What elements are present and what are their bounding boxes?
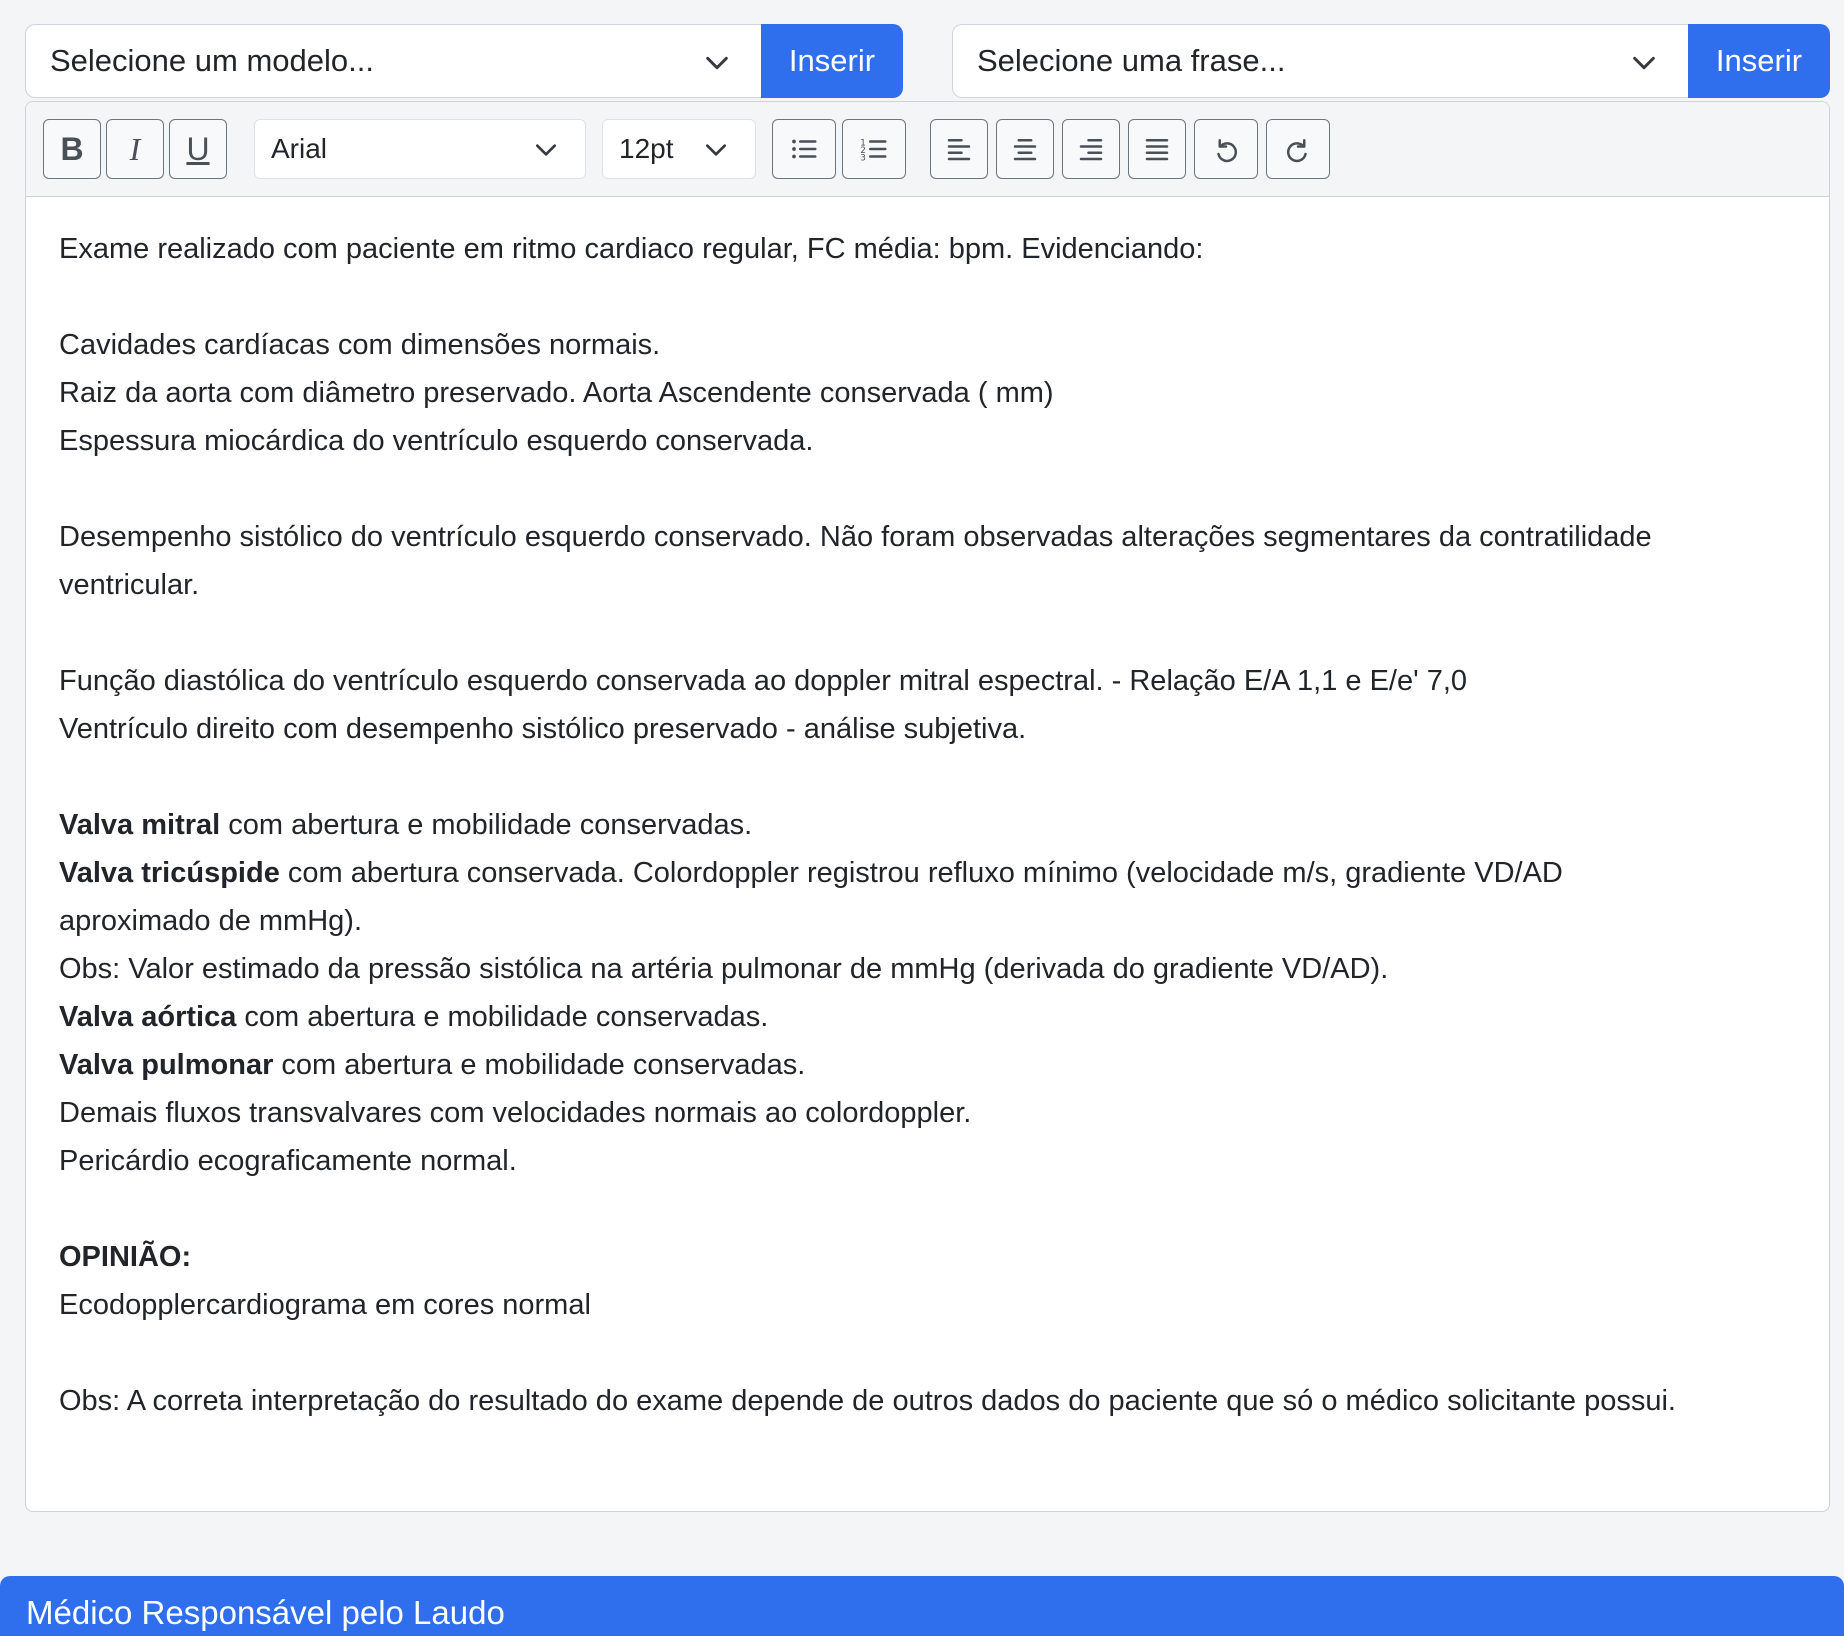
tricuspid-text: com abertura conservada. Colordoppler re… [59,857,1563,937]
bold-button[interactable]: B [43,119,101,179]
undo-icon [1217,139,1238,163]
font-family-select[interactable]: Arial [254,119,586,179]
redo-button[interactable] [1266,119,1330,179]
tricuspid-heading: Valva tricúspide [59,857,280,889]
phrase-picker: Selecione uma frase... Inserir [952,24,1830,98]
report-opinion-text: Ecodopplercardiograma em cores normal [59,1289,591,1321]
numbered-list-icon: 123 [860,138,887,163]
aortic-heading: Valva aórtica [59,1001,237,1033]
editor-content[interactable]: Exame realizado com paciente em ritmo ca… [26,197,1829,1453]
chevron-down-icon [705,144,727,156]
chevron-down-icon [535,144,557,156]
report-pericardium: Pericárdio ecograficamente normal. [59,1145,517,1177]
pulmonary-text: com abertura e mobilidade conservadas. [273,1049,806,1081]
mitral-heading: Valva mitral [59,809,221,841]
align-left-icon [947,139,971,161]
rich-text-editor: B I U Arial 12pt 123 Exame realizado com… [25,101,1830,1512]
report-diastolic-function: Função diastólica do ventrículo esquerdo… [59,665,1468,697]
bold-icon: B [60,130,84,167]
report-intro: Exame realizado com paciente em ritmo ca… [59,233,1204,265]
insert-phrase-button[interactable]: Inserir [1688,24,1830,98]
model-select[interactable]: Selecione um modelo... [25,24,761,98]
underline-icon: U [186,130,210,167]
responsible-doctor-title: Médico Responsável pelo Laudo [26,1594,505,1631]
align-right-button[interactable] [1062,119,1120,179]
report-final-obs: Obs: A correta interpretação do resultad… [59,1385,1676,1417]
report-myocardial-thickness: Espessura miocárdica do ventrículo esque… [59,425,814,457]
report-cavities: Cavidades cardíacas com dimensões normai… [59,329,661,361]
report-mitral-valve: Valva mitral com abertura e mobilidade c… [59,801,1796,849]
bullet-list-button[interactable] [772,119,836,179]
phrase-select-placeholder: Selecione uma frase... [977,43,1286,78]
align-center-button[interactable] [996,119,1054,179]
italic-icon: I [129,130,141,167]
mitral-text: com abertura e mobilidade conservadas. [220,809,753,841]
pulmonary-heading: Valva pulmonar [59,1049,274,1081]
report-tricuspid-valve: Valva tricúspide com abertura conservada… [59,849,1719,945]
italic-button[interactable]: I [106,119,164,179]
report-opinion-heading: OPINIÃO: [59,1241,192,1273]
model-picker: Selecione um modelo... Inserir [25,24,903,98]
underline-button[interactable]: U [169,119,227,179]
font-family-value: Arial [271,133,328,164]
report-pulmonary-valve: Valva pulmonar com abertura e mobilidade… [59,1041,1796,1089]
responsible-doctor-header: Médico Responsável pelo Laudo [0,1576,1844,1636]
svg-text:3: 3 [860,153,866,163]
insert-model-button[interactable]: Inserir [761,24,903,98]
bullet-list-icon [792,139,817,159]
align-center-icon [1013,139,1037,161]
align-right-icon [1079,139,1103,161]
phrase-select[interactable]: Selecione uma frase... [952,24,1688,98]
report-flows: Demais fluxos transvalvares com velocida… [59,1097,972,1129]
editor-toolbar: B I U Arial 12pt 123 [26,102,1829,197]
aortic-text: com abertura e mobilidade conservadas. [236,1001,769,1033]
align-justify-button[interactable] [1128,119,1186,179]
font-size-select[interactable]: 12pt [602,119,756,179]
model-select-placeholder: Selecione um modelo... [50,43,374,78]
align-justify-icon [1145,139,1169,161]
chevron-down-icon [1633,56,1655,70]
chevron-down-icon [706,56,728,70]
report-systolic-performance: Desempenho sistólico do ventrículo esque… [59,521,1652,601]
font-size-value: 12pt [619,133,674,164]
report-aortic-valve: Valva aórtica com abertura e mobilidade … [59,993,1796,1041]
align-left-button[interactable] [930,119,988,179]
report-pressure-obs: Obs: Valor estimado da pressão sistólica… [59,953,1389,985]
undo-button[interactable] [1194,119,1258,179]
redo-icon [1286,139,1307,163]
numbered-list-button[interactable]: 123 [842,119,906,179]
report-aortic-root: Raiz da aorta com diâmetro preservado. A… [59,377,1054,409]
report-right-ventricle: Ventrículo direito com desempenho sistól… [59,713,1027,745]
template-picker-row: Selecione um modelo... Inserir Selecione… [25,24,1830,98]
